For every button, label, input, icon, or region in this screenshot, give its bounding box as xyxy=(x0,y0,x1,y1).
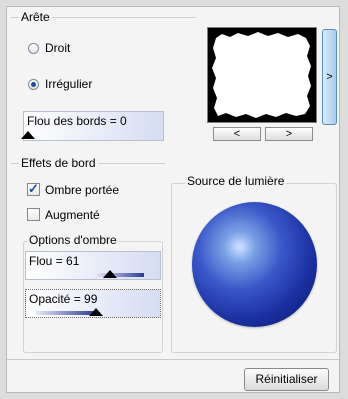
edge-blur-thumb[interactable] xyxy=(21,131,35,139)
shadow-blur-slider[interactable]: Flou = 61 xyxy=(25,251,161,280)
edge-preview xyxy=(207,27,317,123)
enhanced-checkbox[interactable] xyxy=(27,208,40,221)
shadow-opacity-thumb[interactable] xyxy=(89,308,103,316)
checkmark-icon: ✓ xyxy=(28,181,39,196)
edge-nav: < > xyxy=(213,127,313,141)
prev-button[interactable]: < xyxy=(213,127,261,141)
chevron-right-icon: > xyxy=(285,128,293,140)
side-arrow-button[interactable]: > xyxy=(322,29,337,125)
chevron-left-icon: < xyxy=(233,128,241,140)
footer-divider xyxy=(7,359,339,360)
chevron-right-icon: > xyxy=(326,71,333,83)
edge-blur-slider[interactable]: Flou des bords = 0 xyxy=(21,111,164,141)
shadow-opacity-track xyxy=(36,311,96,315)
drop-shadow-label: Ombre portée xyxy=(45,183,120,197)
edge-blur-label: Flou des bords = 0 xyxy=(27,114,127,128)
shadow-options-legend: Options d'ombre xyxy=(27,233,119,247)
next-button[interactable]: > xyxy=(265,127,313,141)
shadow-blur-label: Flou = 61 xyxy=(29,254,80,268)
reset-button[interactable]: Réinitialiser xyxy=(244,368,329,391)
radio-straight[interactable] xyxy=(28,43,39,54)
radio-irregular[interactable] xyxy=(28,79,39,90)
drop-shadow-checkbox[interactable]: ✓ xyxy=(27,181,40,196)
radio-straight-label: Droit xyxy=(45,41,71,55)
enhanced-label: Augmenté xyxy=(45,208,100,222)
edge-group-legend: Arête xyxy=(19,10,52,24)
effects-group-legend: Effets de bord xyxy=(19,156,98,170)
light-source-sphere[interactable] xyxy=(192,202,317,327)
radio-irregular-label: Irrégulier xyxy=(45,77,93,91)
shadow-opacity-slider[interactable]: Opacité = 99 xyxy=(25,289,161,318)
edge-preview-image xyxy=(212,32,311,118)
light-source-legend: Source de lumière xyxy=(185,174,287,188)
shadow-blur-thumb[interactable] xyxy=(103,270,117,278)
dialog-panel: Arête Droit Irrégulier Flou des bords = … xyxy=(6,6,340,393)
shadow-opacity-label: Opacité = 99 xyxy=(29,292,98,306)
